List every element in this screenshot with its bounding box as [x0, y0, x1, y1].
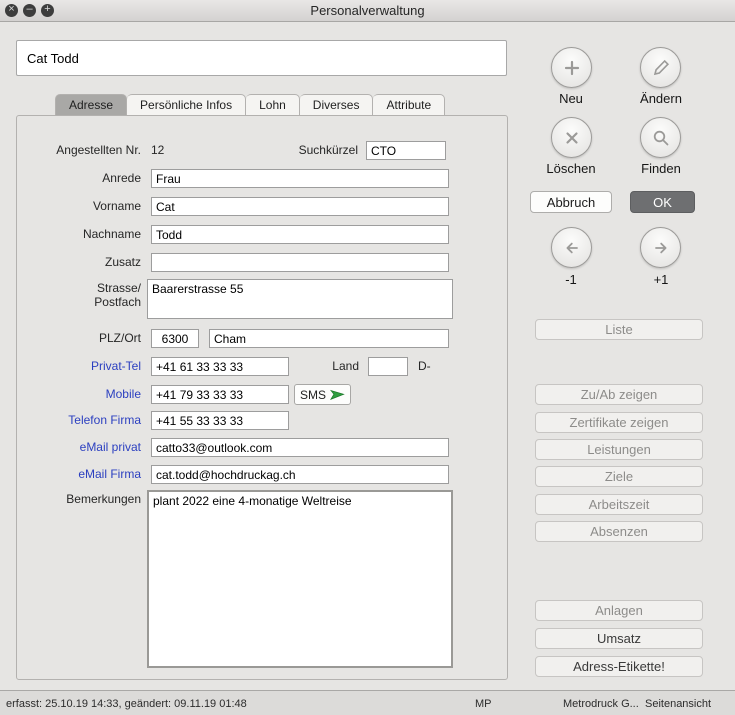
status-seitenansicht: Seitenansicht — [645, 698, 711, 710]
city-field[interactable] — [209, 329, 449, 348]
finden-button[interactable] — [640, 117, 681, 158]
tab-adresse[interactable]: Adresse — [55, 94, 127, 116]
leistungen-button[interactable]: Leistungen — [535, 439, 703, 460]
private-phone-field[interactable] — [151, 357, 289, 376]
plz-field[interactable] — [151, 329, 199, 348]
street-label-line2: Postfach — [21, 295, 141, 309]
ziele-button[interactable]: Ziele — [535, 466, 703, 487]
next-record-button[interactable] — [640, 227, 681, 268]
addition-label: Zusatz — [21, 253, 141, 272]
personalverwaltung-window: Personalverwaltung Adresse Persönliche I… — [0, 0, 735, 715]
ok-button[interactable]: OK — [630, 191, 695, 213]
private-email-label: eMail privat — [21, 438, 141, 457]
x-icon — [562, 128, 582, 148]
abbruch-button[interactable]: Abbruch — [530, 191, 612, 213]
arrow-left-icon — [562, 238, 582, 258]
umsatz-button[interactable]: Umsatz — [535, 628, 703, 649]
country-label: Land — [317, 357, 359, 376]
remarks-field[interactable]: plant 2022 eine 4-monatige Weltreise — [147, 490, 453, 668]
street-label: Strasse/ Postfach — [21, 281, 141, 309]
titlebar: Personalverwaltung — [0, 0, 735, 22]
company-email-label: eMail Firma — [21, 465, 141, 484]
mobile-label: Mobile — [21, 385, 141, 404]
tab-attribute[interactable]: Attribute — [373, 94, 445, 116]
neu-label: Neu — [531, 91, 611, 106]
liste-button[interactable]: Liste — [535, 319, 703, 340]
last-name-field[interactable] — [151, 225, 449, 244]
record-timestamps: erfasst: 25.10.19 14:33, geändert: 09.11… — [6, 698, 247, 710]
remarks-label: Bemerkungen — [21, 490, 141, 509]
sms-button-label: SMS — [300, 388, 326, 402]
mobile-field[interactable] — [151, 385, 289, 404]
loeschen-button[interactable] — [551, 117, 592, 158]
status-metrodruck: Metrodruck G... — [563, 698, 639, 710]
private-phone-label: Privat-Tel — [21, 357, 141, 376]
plz-ort-label: PLZ/Ort — [21, 329, 141, 348]
status-mp: MP — [475, 698, 492, 710]
employee-nr-value: 12 — [151, 141, 164, 160]
plus-icon — [562, 58, 582, 78]
zuab-zeigen-button[interactable]: Zu/Ab zeigen — [535, 384, 703, 405]
anlagen-button[interactable]: Anlagen — [535, 600, 703, 621]
private-email-field[interactable] — [151, 438, 449, 457]
salutation-label: Anrede — [21, 169, 141, 188]
next-record-label: +1 — [621, 272, 701, 287]
status-bar: erfasst: 25.10.19 14:33, geändert: 09.11… — [0, 690, 735, 715]
search-code-field[interactable] — [366, 141, 446, 160]
tab-persoenliche-infos[interactable]: Persönliche Infos — [127, 94, 246, 116]
search-code-label: Suchkürzel — [246, 141, 358, 160]
adresse-panel: Angestellten Nr. 12 Suchkürzel Anrede Vo… — [16, 115, 508, 680]
addition-field[interactable] — [151, 253, 449, 272]
pencil-icon — [651, 58, 671, 78]
street-label-line1: Strasse/ — [21, 281, 141, 295]
neu-button[interactable] — [551, 47, 592, 88]
company-email-field[interactable] — [151, 465, 449, 484]
employee-nr-label: Angestellten Nr. — [21, 141, 141, 160]
sms-button[interactable]: SMS — [294, 384, 351, 405]
magnifier-icon — [651, 128, 671, 148]
zertifikate-zeigen-button[interactable]: Zertifikate zeigen — [535, 412, 703, 433]
first-name-label: Vorname — [21, 197, 141, 216]
aendern-label: Ändern — [621, 91, 701, 106]
country-hint: D- — [418, 357, 431, 376]
street-field[interactable]: Baarerstrasse 55 — [147, 279, 453, 319]
person-name-field[interactable] — [16, 40, 507, 76]
company-phone-label: Telefon Firma — [21, 411, 141, 430]
arrow-right-icon — [651, 238, 671, 258]
previous-record-button[interactable] — [551, 227, 592, 268]
absenzen-button[interactable]: Absenzen — [535, 521, 703, 542]
send-sms-icon — [330, 389, 345, 401]
salutation-field[interactable] — [151, 169, 449, 188]
first-name-field[interactable] — [151, 197, 449, 216]
last-name-label: Nachname — [21, 225, 141, 244]
arbeitszeit-button[interactable]: Arbeitszeit — [535, 494, 703, 515]
finden-label: Finden — [621, 161, 701, 176]
aendern-button[interactable] — [640, 47, 681, 88]
loeschen-label: Löschen — [531, 161, 611, 176]
window-title: Personalverwaltung — [0, 3, 735, 18]
tab-lohn[interactable]: Lohn — [246, 94, 300, 116]
tab-diverses[interactable]: Diverses — [300, 94, 374, 116]
tab-bar: Adresse Persönliche Infos Lohn Diverses … — [55, 94, 445, 116]
country-field[interactable] — [368, 357, 408, 376]
adress-etikette-button[interactable]: Adress-Etikette! — [535, 656, 703, 677]
previous-record-label: -1 — [531, 272, 611, 287]
company-phone-field[interactable] — [151, 411, 289, 430]
